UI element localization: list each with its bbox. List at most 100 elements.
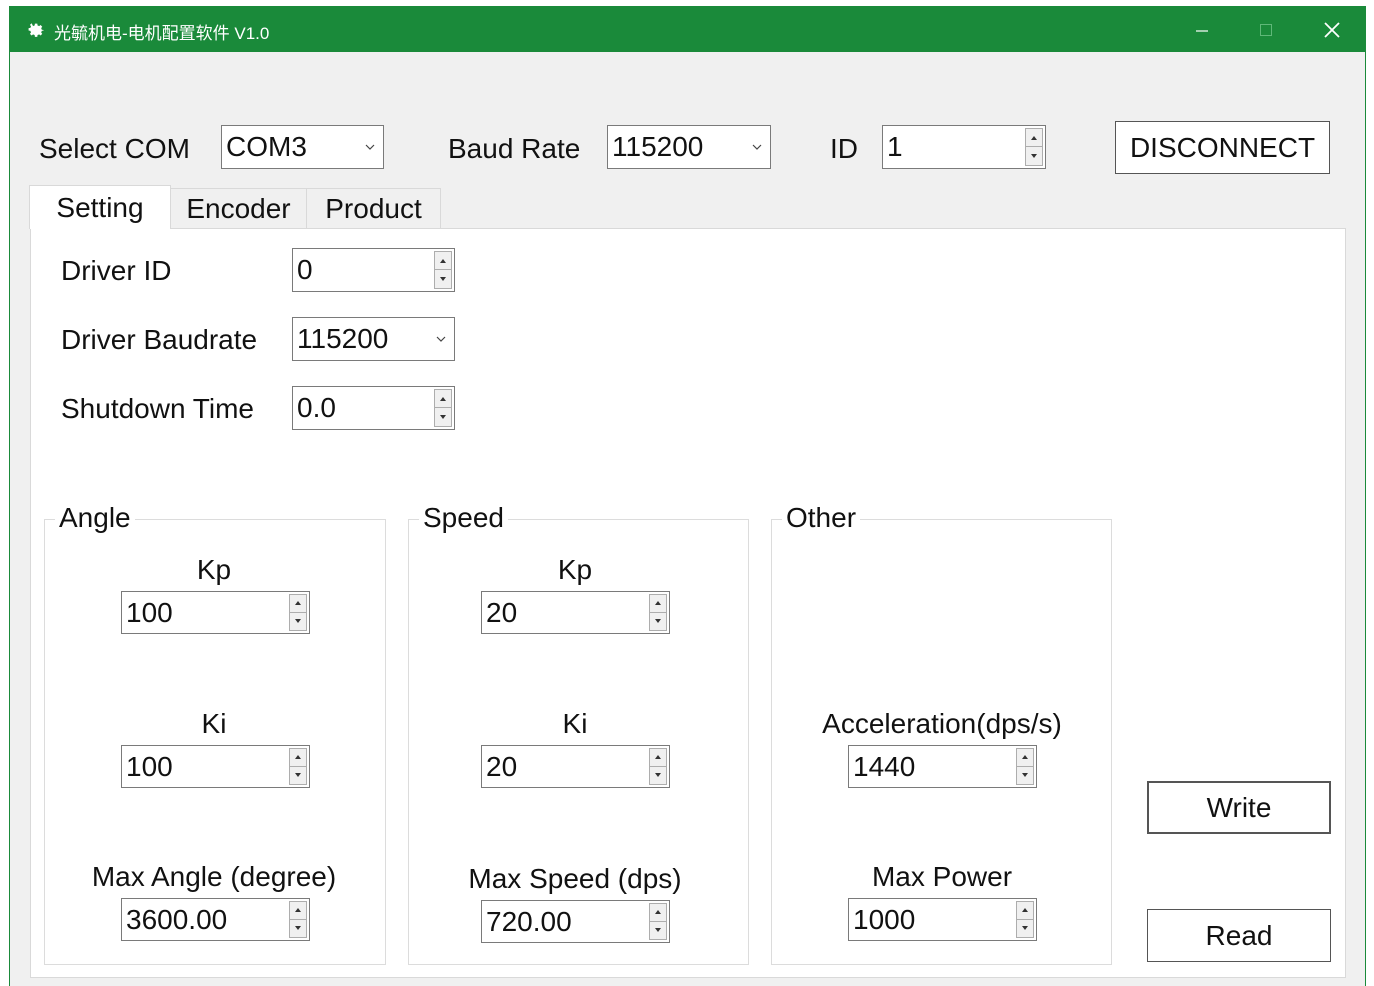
maximize-button[interactable] bbox=[1235, 7, 1297, 52]
spin-up-icon[interactable] bbox=[290, 902, 306, 920]
tab-product[interactable]: Product bbox=[306, 188, 441, 229]
id-stepper[interactable]: 1 bbox=[882, 125, 1046, 169]
max-angle-label: Max Angle (degree) bbox=[91, 861, 337, 892]
max-angle-value: 3600.00 bbox=[126, 903, 228, 935]
id-value: 1 bbox=[887, 131, 903, 162]
spin-up-icon[interactable] bbox=[1026, 129, 1042, 147]
com-label: Select COM bbox=[39, 133, 190, 164]
speed-ki-label: Ki bbox=[562, 708, 588, 739]
speed-kp-value: 20 bbox=[486, 596, 518, 628]
other-group-title: Other bbox=[782, 504, 861, 532]
spin-down-icon[interactable] bbox=[435, 408, 451, 426]
chevron-down-icon bbox=[752, 144, 762, 150]
tab-setting[interactable]: Setting bbox=[29, 185, 171, 229]
tab-encoder[interactable]: Encoder bbox=[170, 188, 307, 229]
driver-baud-select[interactable]: 115200 bbox=[292, 317, 455, 361]
acceleration-spinner[interactable] bbox=[1016, 748, 1034, 785]
spin-down-icon[interactable] bbox=[290, 767, 306, 785]
speed-kp-stepper[interactable]: 20 bbox=[481, 591, 670, 634]
angle-ki-label: Ki bbox=[201, 708, 227, 739]
max-speed-stepper[interactable]: 720.00 bbox=[481, 900, 670, 943]
driver-id-stepper[interactable]: 0 bbox=[292, 248, 455, 292]
speed-group: Speed Kp 20 Ki 20 Max Speed (dps) 720.00 bbox=[408, 504, 749, 965]
app-window: 光毓机电-电机配置软件 V1.0 Select COM COM3 Baud Ra… bbox=[9, 6, 1366, 986]
max-power-spinner[interactable] bbox=[1016, 901, 1034, 938]
spin-up-icon[interactable] bbox=[650, 595, 666, 613]
speed-ki-spinner[interactable] bbox=[649, 748, 667, 785]
baud-label: Baud Rate bbox=[448, 133, 581, 164]
shutdown-stepper[interactable]: 0.0 bbox=[292, 386, 455, 430]
spin-down-icon[interactable] bbox=[290, 613, 306, 631]
speed-ki-value: 20 bbox=[486, 750, 518, 782]
spin-down-icon[interactable] bbox=[650, 922, 666, 940]
shutdown-label: Shutdown Time bbox=[61, 393, 254, 424]
close-button[interactable] bbox=[1301, 7, 1363, 52]
spin-down-icon[interactable] bbox=[1017, 767, 1033, 785]
gear-icon bbox=[28, 23, 44, 37]
speed-kp-spinner[interactable] bbox=[649, 594, 667, 631]
disconnect-button[interactable]: DISCONNECT bbox=[1115, 121, 1330, 174]
baud-select[interactable]: 115200 bbox=[607, 125, 771, 169]
spin-down-icon[interactable] bbox=[435, 270, 451, 288]
spin-up-icon[interactable] bbox=[290, 595, 306, 613]
other-group: Other Acceleration(dps/s) 1440 Max Power… bbox=[771, 504, 1112, 965]
spin-up-icon[interactable] bbox=[290, 749, 306, 767]
spin-up-icon[interactable] bbox=[650, 749, 666, 767]
angle-ki-stepper[interactable]: 100 bbox=[121, 745, 310, 788]
spin-down-icon[interactable] bbox=[290, 920, 306, 938]
spin-up-icon[interactable] bbox=[435, 390, 451, 408]
spin-up-icon[interactable] bbox=[1017, 902, 1033, 920]
angle-ki-spinner[interactable] bbox=[289, 748, 307, 785]
com-select[interactable]: COM3 bbox=[221, 125, 384, 169]
chevron-down-icon bbox=[365, 144, 375, 150]
driver-id-value: 0 bbox=[297, 254, 313, 285]
max-power-stepper[interactable]: 1000 bbox=[848, 898, 1037, 941]
spin-up-icon[interactable] bbox=[1017, 749, 1033, 767]
max-speed-label: Max Speed (dps) bbox=[468, 863, 682, 894]
maximize-icon bbox=[1260, 23, 1272, 36]
acceleration-label: Acceleration(dps/s) bbox=[822, 708, 1062, 739]
speed-kp-label: Kp bbox=[557, 554, 593, 585]
max-power-label: Max Power bbox=[871, 861, 1013, 892]
com-value: COM3 bbox=[226, 131, 307, 162]
max-speed-spinner[interactable] bbox=[649, 903, 667, 940]
angle-group: Angle Kp 100 Ki 100 Max Angle (degree) 3… bbox=[44, 504, 386, 965]
shutdown-spinner[interactable] bbox=[434, 389, 452, 427]
baud-value: 115200 bbox=[612, 131, 704, 162]
chevron-down-icon bbox=[436, 336, 446, 342]
max-power-value: 1000 bbox=[853, 903, 916, 935]
angle-ki-value: 100 bbox=[126, 750, 173, 782]
setting-panel: Driver ID 0 Driver Baudrate 115200 Shutd… bbox=[30, 228, 1346, 978]
read-button[interactable]: Read bbox=[1147, 909, 1331, 962]
minimize-icon bbox=[1196, 29, 1208, 32]
acceleration-value: 1440 bbox=[853, 750, 916, 782]
spin-down-icon[interactable] bbox=[650, 767, 666, 785]
angle-kp-spinner[interactable] bbox=[289, 594, 307, 631]
id-spinner[interactable] bbox=[1025, 128, 1043, 166]
write-button[interactable]: Write bbox=[1147, 781, 1331, 834]
spin-up-icon[interactable] bbox=[435, 252, 451, 270]
max-angle-spinner[interactable] bbox=[289, 901, 307, 938]
speed-ki-stepper[interactable]: 20 bbox=[481, 745, 670, 788]
driver-baud-value: 115200 bbox=[297, 323, 389, 354]
angle-kp-value: 100 bbox=[126, 596, 173, 628]
spin-down-icon[interactable] bbox=[1017, 920, 1033, 938]
max-angle-stepper[interactable]: 3600.00 bbox=[121, 898, 310, 941]
driver-id-spinner[interactable] bbox=[434, 251, 452, 289]
driver-id-label: Driver ID bbox=[61, 255, 172, 286]
driver-baud-label: Driver Baudrate bbox=[61, 324, 258, 355]
title-bar[interactable]: 光毓机电-电机配置软件 V1.0 bbox=[10, 7, 1365, 52]
spin-down-icon[interactable] bbox=[1026, 147, 1042, 165]
shutdown-value: 0.0 bbox=[297, 392, 336, 423]
angle-kp-stepper[interactable]: 100 bbox=[121, 591, 310, 634]
close-icon bbox=[1324, 21, 1340, 38]
speed-group-title: Speed bbox=[419, 504, 508, 532]
minimize-button[interactable] bbox=[1171, 7, 1233, 52]
window-title: 光毓机电-电机配置软件 V1.0 bbox=[54, 24, 270, 43]
angle-group-title: Angle bbox=[55, 504, 135, 532]
spin-up-icon[interactable] bbox=[650, 904, 666, 922]
spin-down-icon[interactable] bbox=[650, 613, 666, 631]
max-speed-value: 720.00 bbox=[486, 905, 572, 937]
acceleration-stepper[interactable]: 1440 bbox=[848, 745, 1037, 788]
id-label: ID bbox=[830, 133, 858, 164]
